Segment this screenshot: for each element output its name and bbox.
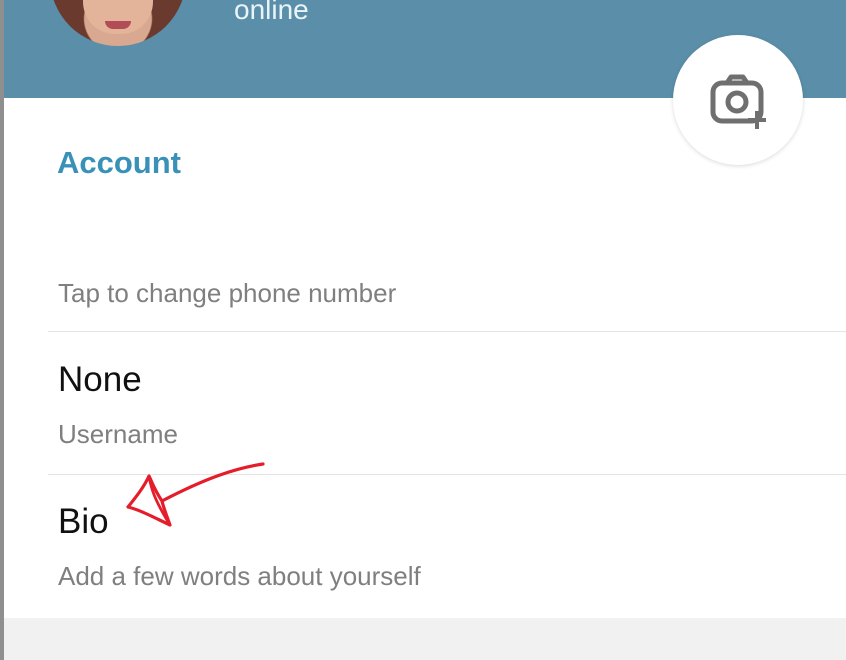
next-section-background bbox=[4, 618, 846, 660]
account-section-title: Account bbox=[57, 145, 181, 180]
avatar-smile bbox=[105, 21, 131, 29]
avatar[interactable] bbox=[50, 0, 186, 46]
username-label: Username bbox=[58, 419, 178, 449]
phone-number-row[interactable]: Tap to change phone number bbox=[0, 268, 846, 330]
camera-plus-icon bbox=[710, 74, 766, 129]
online-status: online bbox=[234, 0, 309, 25]
set-profile-photo-button[interactable] bbox=[673, 35, 803, 165]
phone-number-hint: Tap to change phone number bbox=[58, 278, 397, 308]
hand-drawn-arrow-icon bbox=[126, 462, 265, 527]
bio-title: Bio bbox=[58, 502, 109, 541]
username-value: None bbox=[58, 360, 142, 399]
divider bbox=[48, 331, 846, 332]
profile-settings-screen: online Account Tap to change phone numbe… bbox=[0, 0, 846, 660]
username-row[interactable]: None Username bbox=[0, 350, 846, 472]
bio-hint: Add a few words about yourself bbox=[58, 561, 421, 591]
